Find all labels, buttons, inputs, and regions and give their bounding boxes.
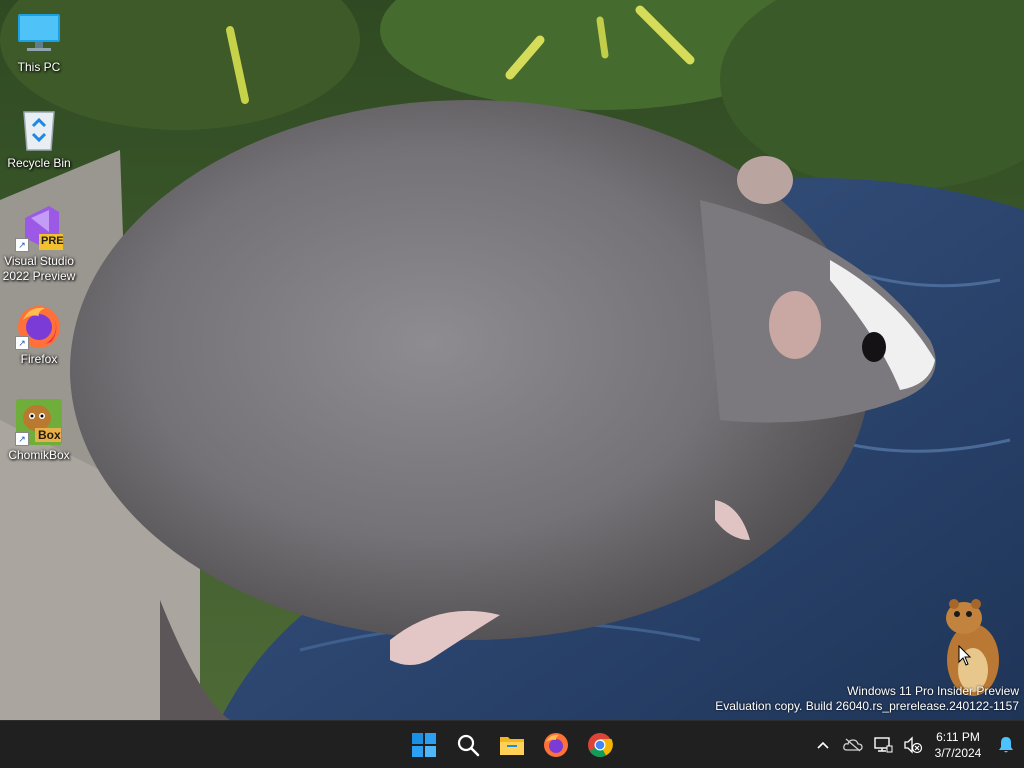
chrome-taskbar-button[interactable] bbox=[578, 721, 622, 769]
monitor-icon bbox=[15, 10, 63, 58]
firefox-taskbar-button[interactable] bbox=[534, 721, 578, 769]
network-button[interactable] bbox=[868, 721, 898, 769]
notifications-button[interactable] bbox=[988, 721, 1024, 769]
onedrive-button[interactable] bbox=[838, 721, 868, 769]
mouse-cursor-icon bbox=[958, 644, 972, 672]
visual-studio-icon: PRE ↗ bbox=[15, 204, 64, 252]
system-tray: 6:11 PM 3/7/2024 bbox=[808, 721, 1024, 769]
start-button[interactable] bbox=[402, 721, 446, 769]
desktop[interactable]: This PC Recycle Bin PRE ↗ Visual Studio … bbox=[0, 0, 1024, 720]
chomikbox-badge: Box bbox=[38, 428, 61, 442]
shortcut-arrow-icon: ↗ bbox=[15, 432, 29, 446]
volume-button[interactable] bbox=[898, 721, 928, 769]
notification-bell-icon bbox=[999, 737, 1013, 753]
search-icon bbox=[457, 734, 480, 757]
shortcut-arrow-icon: ↗ bbox=[15, 336, 29, 350]
taskbar-clock[interactable]: 6:11 PM 3/7/2024 bbox=[928, 729, 988, 761]
desktop-icon-label: Firefox bbox=[20, 352, 58, 366]
file-explorer-icon bbox=[500, 737, 524, 755]
taskbar-pinned-apps bbox=[402, 721, 622, 769]
desktop-icon-visual-studio[interactable]: PRE ↗ Visual Studio 2022 Preview bbox=[0, 204, 78, 284]
volume-muted-icon bbox=[904, 736, 923, 754]
shortcut-arrow-icon: ↗ bbox=[15, 238, 29, 252]
desktop-icon-label-line2: 2022 Preview bbox=[2, 269, 76, 283]
clock-time: 6:11 PM bbox=[936, 730, 980, 744]
clock-date: 3/7/2024 bbox=[934, 746, 982, 760]
network-icon bbox=[874, 737, 893, 753]
recycle-bin-icon bbox=[15, 106, 63, 154]
wallpaper-rat-photo bbox=[0, 0, 1024, 720]
desktop-icon-this-pc[interactable]: This PC bbox=[0, 10, 78, 75]
desktop-icon-chomikbox[interactable]: Box ↗ ChomikBox bbox=[0, 398, 78, 463]
chevron-up-icon bbox=[817, 741, 829, 749]
firefox-icon: ↗ bbox=[15, 302, 63, 350]
watermark-line2: Evaluation copy. Build 26040.rs_prerelea… bbox=[715, 699, 1019, 713]
watermark-line1: Windows 11 Pro Insider Preview bbox=[847, 684, 1019, 698]
search-button[interactable] bbox=[446, 721, 490, 769]
start-icon bbox=[412, 733, 436, 757]
hamster-desktop-pet[interactable] bbox=[940, 598, 1006, 698]
desktop-icon-label: ChomikBox bbox=[8, 448, 70, 462]
firefox-icon bbox=[544, 733, 568, 757]
taskbar: 6:11 PM 3/7/2024 bbox=[0, 720, 1024, 768]
desktop-icon-firefox[interactable]: ↗ Firefox bbox=[0, 302, 78, 367]
chomikbox-icon: Box ↗ bbox=[15, 398, 63, 446]
show-hidden-icons-button[interactable] bbox=[808, 721, 838, 769]
preview-badge: PRE bbox=[41, 235, 64, 247]
desktop-icon-recycle-bin[interactable]: Recycle Bin bbox=[0, 106, 78, 171]
file-explorer-button[interactable] bbox=[490, 721, 534, 769]
desktop-icon-label-line1: Visual Studio bbox=[4, 254, 74, 268]
onedrive-icon bbox=[843, 738, 863, 752]
evaluation-watermark: Windows 11 Pro Insider Preview Evaluatio… bbox=[715, 684, 1019, 714]
desktop-icon-label: Recycle Bin bbox=[7, 156, 71, 170]
desktop-icon-label: This PC bbox=[17, 60, 61, 74]
chrome-icon bbox=[588, 733, 613, 758]
